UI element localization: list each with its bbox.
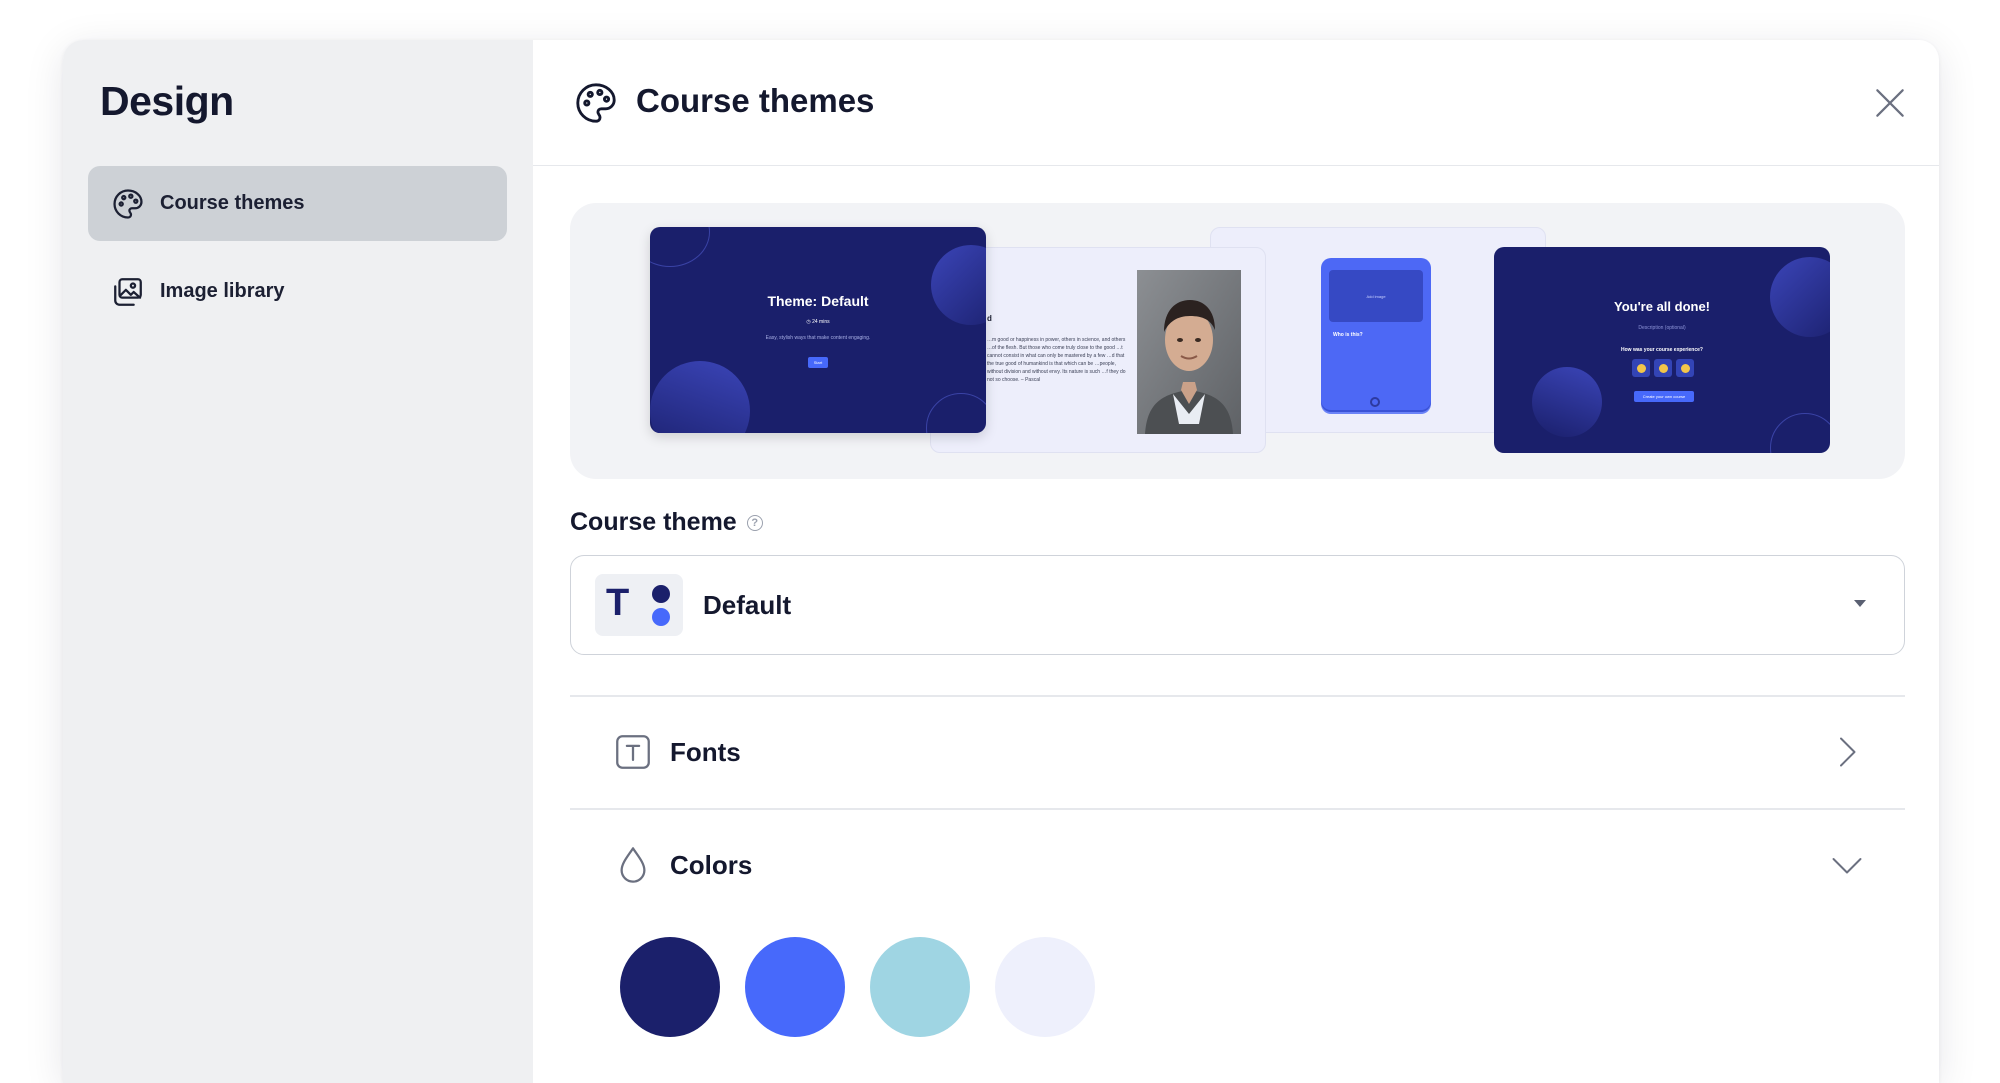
chevron-down-icon bbox=[1832, 858, 1862, 874]
preview-done-title: You're all done! bbox=[1613, 299, 1711, 314]
close-icon[interactable] bbox=[1871, 84, 1909, 122]
design-dialog: Design Course themes Image library Cours… bbox=[63, 40, 1939, 1083]
preview-question: Who is this? bbox=[1333, 332, 1363, 338]
course-theme-value: Default bbox=[703, 589, 792, 620]
preview-start-button: Start bbox=[813, 360, 823, 365]
preview-quote-heading: d bbox=[987, 314, 992, 323]
help-icon[interactable]: ? bbox=[746, 514, 763, 531]
theme-dot-primary bbox=[652, 585, 670, 603]
fonts-section[interactable]: Fonts bbox=[570, 697, 1905, 807]
preview-done-button: Create your own course bbox=[1642, 394, 1686, 399]
sidebar-item-course-themes[interactable]: Course themes bbox=[88, 166, 507, 241]
palette-icon bbox=[576, 83, 616, 123]
preview-theme-meta: ◷ 24 mins bbox=[806, 319, 830, 325]
theme-preview: Add image Who is this? d …m good or happ… bbox=[570, 203, 1905, 479]
colors-label: Colors bbox=[670, 849, 753, 880]
sidebar-item-image-library[interactable]: Image library bbox=[88, 254, 507, 329]
page-title: Course themes bbox=[636, 82, 875, 119]
sidebar-item-label: Course themes bbox=[160, 192, 305, 214]
main-panel: Course themes Add image Who is this? d …… bbox=[533, 40, 1939, 1083]
preview-quote-text: …m good or happiness in power, others in… bbox=[987, 337, 1126, 383]
chevron-right-icon bbox=[1840, 737, 1856, 767]
caret-down-icon bbox=[1854, 600, 1866, 607]
color-swatch-secondary[interactable] bbox=[870, 937, 970, 1037]
sidebar-title: Design bbox=[100, 78, 234, 124]
color-swatch-accent[interactable] bbox=[745, 937, 845, 1037]
theme-dot-secondary bbox=[652, 608, 670, 626]
fonts-label: Fonts bbox=[670, 736, 741, 767]
color-swatch-primary[interactable] bbox=[620, 937, 720, 1037]
preview-theme-desc: Easy, stylish ways that make content eng… bbox=[765, 335, 871, 341]
course-theme-label-text: Course theme bbox=[570, 508, 737, 536]
theme-badge-icon: T bbox=[595, 574, 683, 636]
course-theme-select[interactable]: T Default bbox=[570, 555, 1905, 655]
preview-add-image: Add image bbox=[1366, 293, 1386, 299]
course-theme-label: Course theme ? bbox=[570, 508, 763, 537]
image-library-icon bbox=[110, 274, 146, 310]
palette-icon bbox=[110, 186, 146, 222]
preview-done-desc: Description (optional) bbox=[1638, 325, 1686, 331]
preview-slide-title: Theme: Default ◷ 24 mins Easy, stylish w… bbox=[650, 227, 986, 433]
sidebar-item-label: Image library bbox=[160, 280, 285, 302]
panel-header: Course themes bbox=[533, 40, 1939, 166]
font-icon bbox=[616, 735, 650, 769]
preview-slide-completion: You're all done! Description (optional) … bbox=[1494, 247, 1830, 453]
colors-section[interactable]: Colors bbox=[570, 810, 1905, 920]
sidebar: Design Course themes Image library bbox=[63, 40, 533, 1083]
preview-done-question: How was your course experience? bbox=[1621, 347, 1703, 353]
preview-theme-title: Theme: Default bbox=[767, 293, 869, 309]
preview-portrait bbox=[1137, 270, 1241, 434]
theme-badge-letter: T bbox=[606, 582, 630, 624]
color-swatch-background[interactable] bbox=[995, 937, 1095, 1037]
droplet-icon bbox=[620, 847, 646, 883]
